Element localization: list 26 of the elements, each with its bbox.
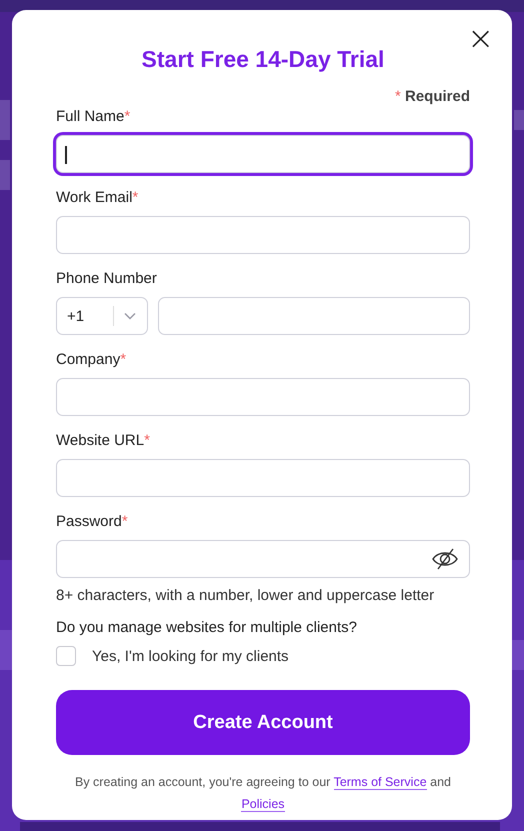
create-account-button[interactable]: Create Account (56, 690, 470, 755)
input-field[interactable] (56, 216, 470, 254)
eye-slash-icon[interactable] (431, 547, 459, 571)
field-label: Phone Number (56, 269, 158, 289)
field-label: Password* (56, 512, 129, 532)
field-label: Company* (56, 350, 128, 370)
policies-link[interactable]: Policies (241, 797, 285, 812)
legal-notice: By creating an account, you're agreeing to our Terms of Service and Policies (74, 774, 452, 814)
chevron-down-icon (124, 312, 136, 320)
checkbox-label: Yes, I'm looking for my clients (92, 648, 289, 664)
field-label: Website URL* (56, 431, 151, 451)
password-field[interactable] (56, 540, 470, 578)
field-label: Full Name* (56, 107, 132, 127)
input-field[interactable] (56, 135, 470, 173)
clients-question: Do you manage websites for multiple clients? (56, 619, 358, 636)
terms-link[interactable]: Terms of Service (334, 775, 427, 790)
phone-field[interactable] (158, 297, 470, 335)
input-field[interactable] (56, 378, 470, 416)
checkbox[interactable] (56, 646, 76, 666)
close-button[interactable]: × (463, 24, 498, 52)
input-field[interactable] (56, 459, 470, 497)
dialog-title: Start Free 14-Day Trial (140, 45, 386, 74)
field-label: Work Email* (56, 188, 140, 208)
required-note: * Required (394, 88, 470, 105)
password-hint: 8+ characters, with a number, lower and uppercase letter (56, 587, 436, 604)
country-code-select[interactable]: +1 (56, 297, 148, 335)
